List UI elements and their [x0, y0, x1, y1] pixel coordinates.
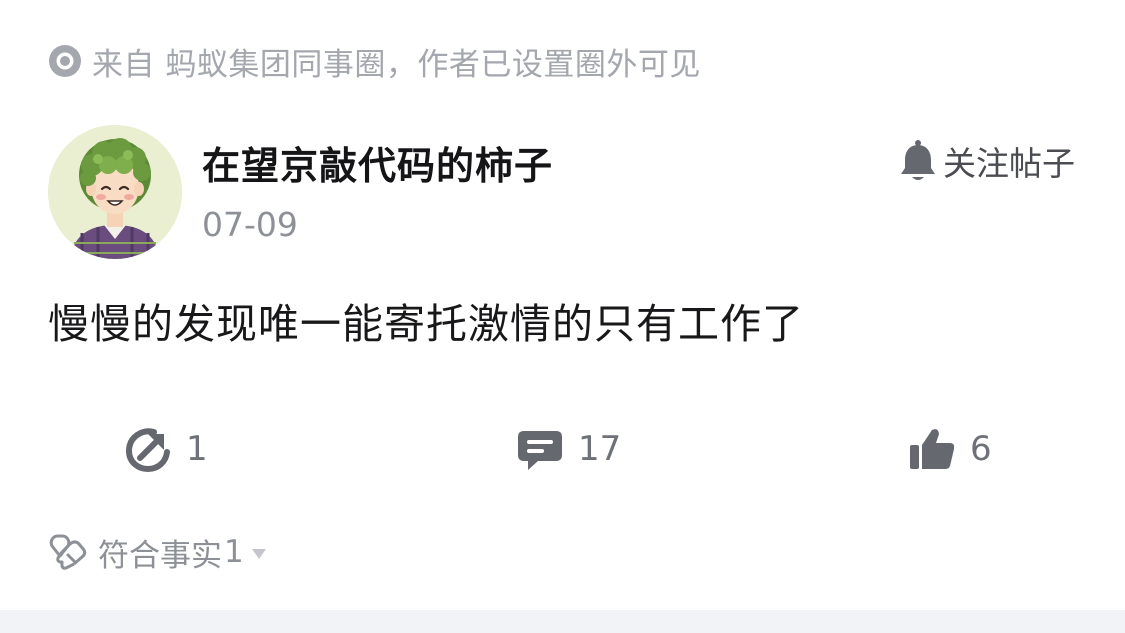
post-date: 07-09 [202, 205, 298, 244]
post-content: 慢慢的发现唯一能寄托激情的只有工作了 [48, 300, 804, 348]
factcheck-label: 符合事实 [98, 537, 222, 574]
factcheck-count: 1 [224, 534, 244, 570]
caret-down-icon [251, 549, 266, 559]
avatar[interactable] [48, 125, 182, 259]
follow-post-label: 关注帖子 [943, 144, 1075, 183]
like-count: 6 [970, 429, 992, 469]
comment-button[interactable]: 17 [516, 424, 621, 474]
handshake-heart-icon [49, 534, 87, 570]
source-line: 来自 蚂蚁集团同事圈，作者已设置圈外可见 [48, 40, 701, 83]
factcheck-row[interactable]: 符合事实 1 [48, 530, 268, 574]
cartoon-avatar-image [48, 125, 182, 259]
circle-dot-icon [49, 45, 81, 77]
section-divider [0, 610, 1125, 633]
bell-icon [901, 140, 935, 180]
like-button[interactable]: 6 [908, 424, 992, 474]
source-text: 来自 蚂蚁集团同事圈，作者已设置圈外可见 [92, 46, 701, 83]
thumbs-up-icon [910, 429, 955, 469]
author-name[interactable]: 在望京敲代码的柿子 [202, 135, 553, 190]
share-button[interactable]: 1 [124, 424, 208, 474]
share-count: 1 [186, 429, 208, 469]
share-icon [125, 428, 170, 473]
follow-post-button[interactable]: 关注帖子 [899, 138, 1075, 184]
comment-icon [518, 431, 562, 470]
comment-count: 17 [578, 429, 622, 469]
